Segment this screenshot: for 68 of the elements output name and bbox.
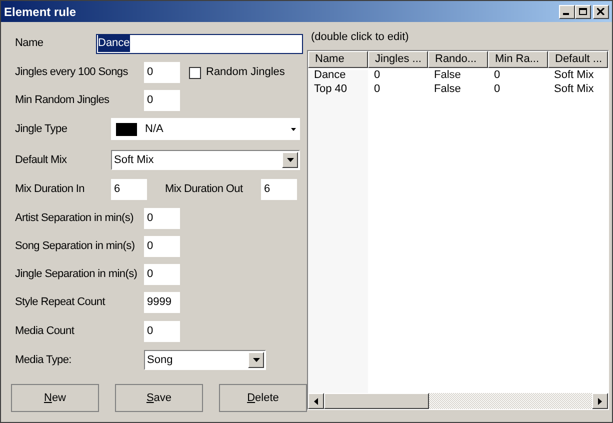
dropdown-value: Soft Mix — [114, 152, 155, 168]
table-cell-text: 0 — [493, 69, 502, 82]
column-header[interactable]: Jingles ... — [368, 51, 428, 68]
field-label: Jingle Type — [15, 122, 68, 137]
scroll-left-button[interactable] — [308, 393, 324, 409]
field-label: Jingle Separation in min(s) — [15, 266, 138, 282]
scroll-right-button[interactable] — [592, 393, 608, 409]
table-cell-text: Dance — [313, 69, 347, 82]
dropdown[interactable]: Soft Mix — [111, 150, 300, 170]
table-cell-text: False — [433, 83, 462, 96]
dropdown-value: Song — [147, 352, 174, 368]
column-header[interactable]: Rando... — [428, 51, 488, 68]
action-button[interactable]: Save — [115, 384, 203, 412]
table-cell-text: False — [433, 69, 462, 82]
table-cell-text: 0 — [493, 83, 502, 96]
field-label: Style Repeat Count — [15, 295, 106, 310]
caret-icon[interactable] — [291, 128, 296, 130]
column-header[interactable]: Default ... — [548, 51, 608, 68]
field-label: Mix Duration Out — [165, 182, 244, 198]
maximize-icon — [579, 8, 587, 15]
checkbox-label: Random Jingles — [206, 65, 285, 80]
caret-icon — [252, 358, 260, 362]
field-label: Default Mix — [15, 152, 68, 168]
field-value: Dance — [98, 35, 130, 52]
field-label: Name — [15, 36, 44, 52]
table-cell-text: 0 — [373, 69, 382, 82]
field-label: Media Type: — [15, 352, 72, 368]
dropdown[interactable]: Song — [144, 350, 266, 370]
right-arrow-icon — [598, 398, 602, 404]
caret-icon — [286, 158, 294, 162]
horizontal-scrollbar[interactable] — [308, 393, 608, 409]
name-field[interactable]: Dance — [96, 34, 303, 54]
close-icon — [597, 8, 605, 15]
number-field[interactable]: 0 — [144, 321, 180, 342]
number-field[interactable]: 0 — [144, 264, 180, 284]
field-label: Song Separation in min(s) — [15, 239, 136, 254]
minimize-button[interactable] — [559, 4, 575, 18]
table-cell-text: 0 — [373, 83, 382, 96]
window-title: Element rule — [4, 4, 76, 20]
table-cell-text: Soft Mix — [553, 83, 595, 96]
number-field[interactable]: 0 — [144, 90, 180, 110]
left-arrow-icon — [314, 398, 318, 404]
jingle-type-dropdown[interactable]: N/A — [111, 118, 300, 140]
scroll-thumb[interactable] — [324, 393, 429, 409]
number-field[interactable]: 6 — [261, 179, 297, 200]
action-button[interactable]: Delete — [219, 384, 307, 412]
dropdown-button[interactable] — [282, 152, 298, 168]
field-label: Artist Separation in min(s) — [15, 211, 134, 226]
column-header[interactable]: Name — [308, 51, 368, 68]
action-button[interactable]: New — [11, 384, 99, 412]
number-field[interactable]: 0 — [144, 208, 180, 229]
number-field[interactable]: 9999 — [144, 292, 180, 313]
checkbox[interactable] — [189, 66, 201, 78]
field-label: Media Count — [15, 324, 76, 340]
maximize-button[interactable] — [575, 4, 591, 18]
number-field[interactable]: 0 — [144, 62, 180, 83]
field-label: Jingles every 100 Songs — [15, 65, 129, 80]
table-cell-text: Top 40 — [313, 83, 348, 96]
dropdown-value: N/A — [145, 122, 164, 137]
number-field[interactable]: 6 — [111, 179, 147, 200]
field-label: Mix Duration In — [15, 182, 86, 198]
table-cell-text: Soft Mix — [553, 69, 595, 82]
close-button[interactable] — [593, 4, 609, 18]
hint-text: (double click to edit) — [311, 30, 410, 45]
number-field[interactable]: 0 — [144, 236, 180, 257]
dropdown-button[interactable] — [248, 352, 264, 368]
column-header[interactable]: Min Ra... — [488, 51, 548, 68]
field-label: Min Random Jingles — [15, 92, 110, 108]
